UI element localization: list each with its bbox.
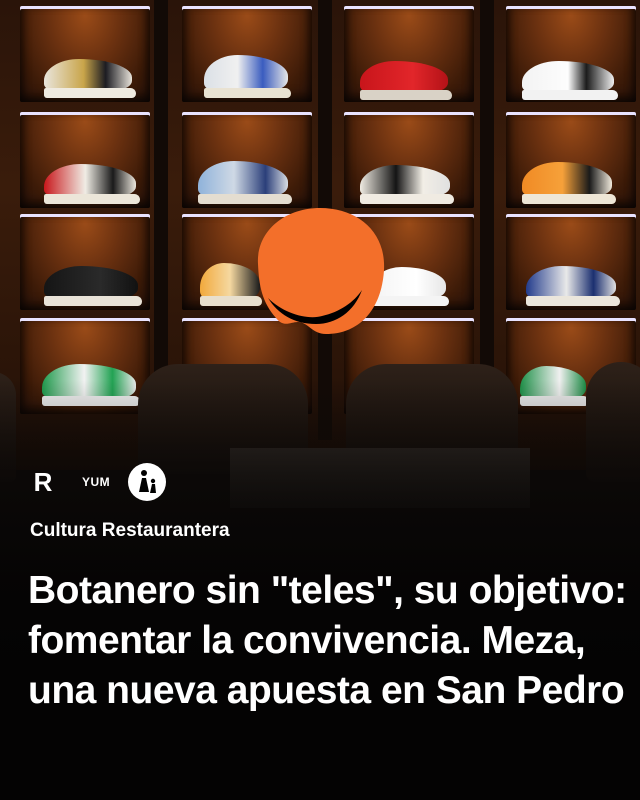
parent-child-icon [128, 463, 167, 501]
social-post: R YUM Cultura Restaurantera Botanero sin… [0, 0, 640, 800]
section-label: Cultura Restaurantera [30, 520, 230, 541]
orange-smile-blob-icon [257, 208, 385, 334]
brand-icons: R YUM [30, 460, 167, 504]
headline: Botanero sin "teles", su objetivo: fomen… [28, 569, 627, 712]
brand-r-logo: R [33, 466, 53, 497]
brand-yum-logo: YUM [82, 475, 111, 489]
